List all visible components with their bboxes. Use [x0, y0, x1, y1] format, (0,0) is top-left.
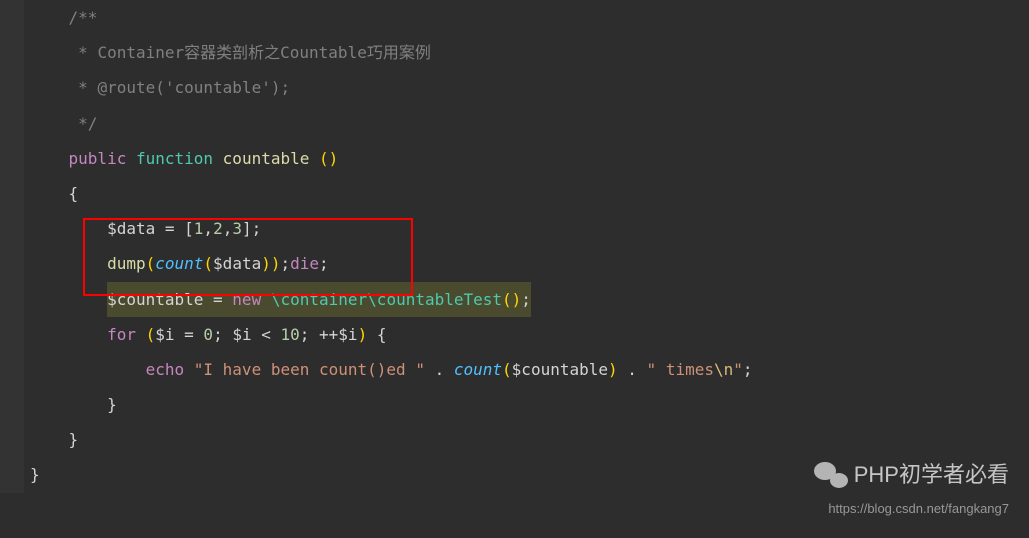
- semicolon: ;: [252, 219, 262, 238]
- comment-text: Container容器类剖析之Countable巧用案例: [97, 43, 430, 62]
- number: 10: [281, 325, 300, 344]
- brace: }: [69, 430, 79, 449]
- watermark: PHP初学者必看 https://blog.csdn.net/fangkang7: [814, 451, 1009, 518]
- variable: $countable: [107, 290, 203, 309]
- variable: $i: [155, 325, 174, 344]
- code-line: * Container容器类剖析之Countable巧用案例: [30, 35, 1029, 70]
- keyword-echo: echo: [146, 360, 185, 379]
- paren: (): [319, 149, 338, 168]
- number: 0: [203, 325, 213, 344]
- number: 2: [213, 219, 223, 238]
- string: "I have been count()ed ": [194, 360, 425, 379]
- class-path: \container\countableTest: [271, 290, 502, 309]
- highlighted-line: $countable = new \container\countableTes…: [107, 282, 531, 317]
- escape-char: \n: [714, 360, 733, 379]
- string: " times: [647, 360, 714, 379]
- number: 3: [232, 219, 242, 238]
- code-editor[interactable]: /** * Container容器类剖析之Countable巧用案例 * @ro…: [0, 0, 1029, 493]
- watermark-text: PHP初学者必看: [854, 451, 1009, 499]
- comment: *: [30, 78, 97, 97]
- bracket: ]: [242, 219, 252, 238]
- keyword-function: function: [136, 149, 213, 168]
- code-line: }: [30, 387, 1029, 422]
- code-line: dump(count($data));die;: [30, 246, 1029, 281]
- code-line: $data = [1,2,3];: [30, 211, 1029, 246]
- code-line: echo "I have been count()ed " . count($c…: [30, 352, 1029, 387]
- comment-annotation: @route('countable');: [97, 78, 290, 97]
- keyword-for: for: [107, 325, 136, 344]
- brace: }: [107, 395, 117, 414]
- code-line: * @route('countable');: [30, 70, 1029, 105]
- function-call: dump: [107, 254, 146, 273]
- code-line: */: [30, 106, 1029, 141]
- operator: =: [155, 219, 184, 238]
- comment: /**: [30, 8, 97, 27]
- variable: $data: [107, 219, 155, 238]
- comment: *: [30, 43, 97, 62]
- watermark-title: PHP初学者必看: [814, 451, 1009, 499]
- keyword-public: public: [69, 149, 127, 168]
- bracket: [: [184, 219, 194, 238]
- variable: $countable: [512, 360, 608, 379]
- number: 1: [194, 219, 204, 238]
- wechat-icon: [814, 462, 848, 490]
- keyword-die: die: [290, 254, 319, 273]
- code-line: public function countable (): [30, 141, 1029, 176]
- comment: */: [30, 114, 97, 133]
- keyword-new: new: [232, 290, 261, 309]
- code-line: $countable = new \container\countableTes…: [30, 282, 1029, 317]
- variable: $data: [213, 254, 261, 273]
- code-line: for ($i = 0; $i < 10; ++$i) {: [30, 317, 1029, 352]
- function-call: count: [454, 360, 502, 379]
- function-call: count: [155, 254, 203, 273]
- editor-gutter: [0, 0, 24, 493]
- code-line: /**: [30, 0, 1029, 35]
- brace: {: [69, 184, 79, 203]
- code-line: {: [30, 176, 1029, 211]
- function-name: countable: [223, 149, 310, 168]
- watermark-url: https://blog.csdn.net/fangkang7: [814, 500, 1009, 518]
- brace: }: [30, 465, 40, 484]
